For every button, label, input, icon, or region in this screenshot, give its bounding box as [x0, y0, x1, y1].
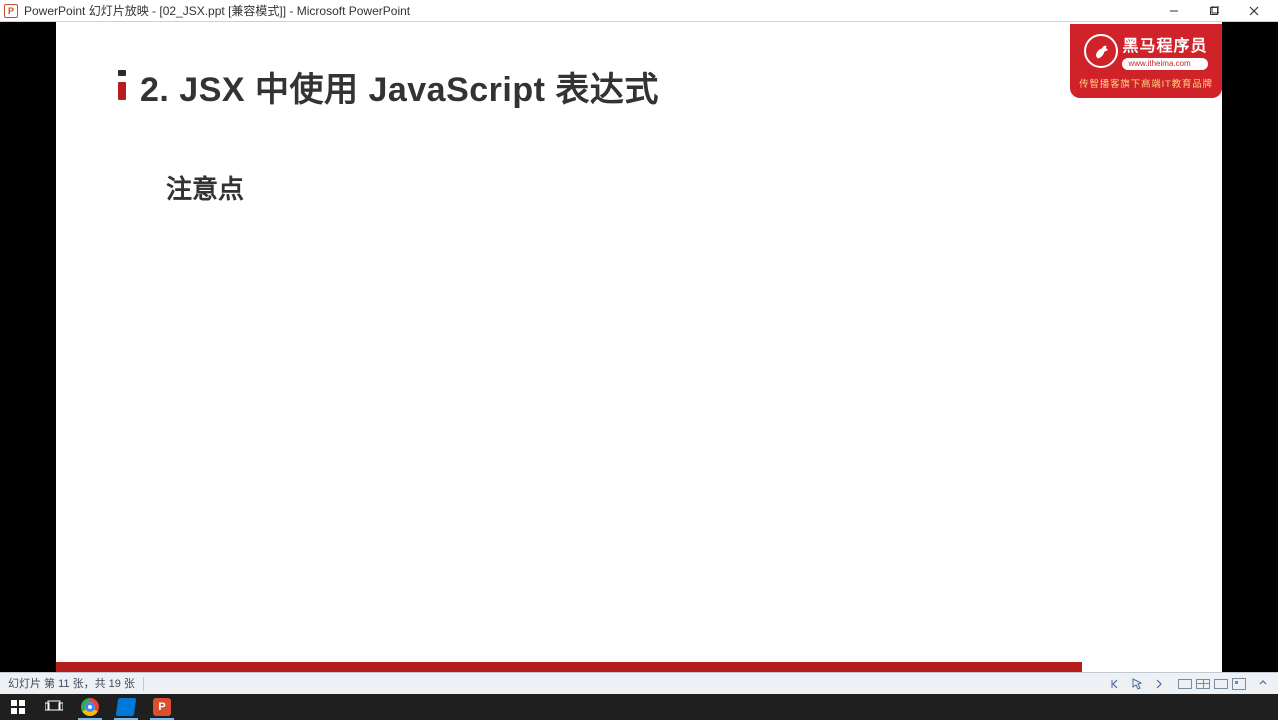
- status-bar: 幻灯片 第 11 张，共 19 张: [0, 672, 1278, 694]
- close-button[interactable]: [1234, 0, 1274, 22]
- slide-body: 2. JSX 中使用 JavaScript 表达式 注意点 黑马程序员 www.…: [56, 22, 1222, 662]
- window-title: PowerPoint 幻灯片放映 - [02_JSX.ppt [兼容模式]] -…: [24, 2, 1154, 19]
- app-icon-letter: P: [8, 6, 14, 16]
- vscode-icon: [116, 698, 137, 716]
- task-view-icon: [45, 700, 63, 714]
- window-controls: [1154, 0, 1274, 22]
- prev-slide-icon[interactable]: [1108, 677, 1122, 691]
- slideshow-view-icon[interactable]: [1232, 678, 1246, 690]
- slide-subtitle: 注意点: [166, 169, 1162, 206]
- powerpoint-taskbar-button[interactable]: P: [144, 694, 180, 720]
- slide-footer-bar: [56, 662, 1082, 672]
- maximize-button[interactable]: [1194, 0, 1234, 22]
- powerpoint-app-icon: P: [4, 4, 18, 18]
- status-nav-icons: [1108, 677, 1166, 691]
- slide-title: 2. JSX 中使用 JavaScript 表达式: [140, 62, 1162, 111]
- brand-name: 黑马程序员: [1122, 32, 1207, 56]
- start-button[interactable]: [0, 694, 36, 720]
- windows-taskbar: P: [0, 694, 1278, 720]
- status-view-icons: [1178, 677, 1270, 691]
- brand-name-wrap: 黑马程序员 www.itheima.com: [1122, 32, 1207, 70]
- minimize-button[interactable]: [1154, 0, 1194, 22]
- slide: 2. JSX 中使用 JavaScript 表达式 注意点 黑马程序员 www.…: [56, 22, 1222, 672]
- brand-top-row: 黑马程序员 www.itheima.com: [1084, 32, 1207, 70]
- brand-slogan: 传智播客旗下高端IT教育品牌: [1079, 76, 1213, 90]
- powerpoint-icon: P: [153, 698, 171, 716]
- slide-counter: 幻灯片 第 11 张，共 19 张: [8, 677, 144, 691]
- chrome-taskbar-button[interactable]: [72, 694, 108, 720]
- pointer-icon[interactable]: [1130, 677, 1144, 691]
- window-title-bar: P PowerPoint 幻灯片放映 - [02_JSX.ppt [兼容模式]]…: [0, 0, 1278, 22]
- reading-view-icon[interactable]: [1214, 679, 1228, 689]
- normal-view-icon[interactable]: [1178, 679, 1192, 689]
- slideshow-area[interactable]: 2. JSX 中使用 JavaScript 表达式 注意点 黑马程序员 www.…: [0, 22, 1278, 672]
- horse-icon: [1084, 34, 1118, 68]
- windows-icon: [11, 700, 25, 714]
- brand-logo-box: 黑马程序员 www.itheima.com 传智播客旗下高端IT教育品牌: [1070, 24, 1222, 98]
- chrome-icon: [81, 698, 99, 716]
- slide-title-marker: [118, 70, 126, 100]
- task-view-button[interactable]: [36, 694, 72, 720]
- next-slide-icon[interactable]: [1152, 677, 1166, 691]
- expand-icon[interactable]: [1256, 677, 1270, 691]
- slide-sorter-view-icon[interactable]: [1196, 679, 1210, 689]
- brand-url: www.itheima.com: [1122, 58, 1207, 70]
- vscode-taskbar-button[interactable]: [108, 694, 144, 720]
